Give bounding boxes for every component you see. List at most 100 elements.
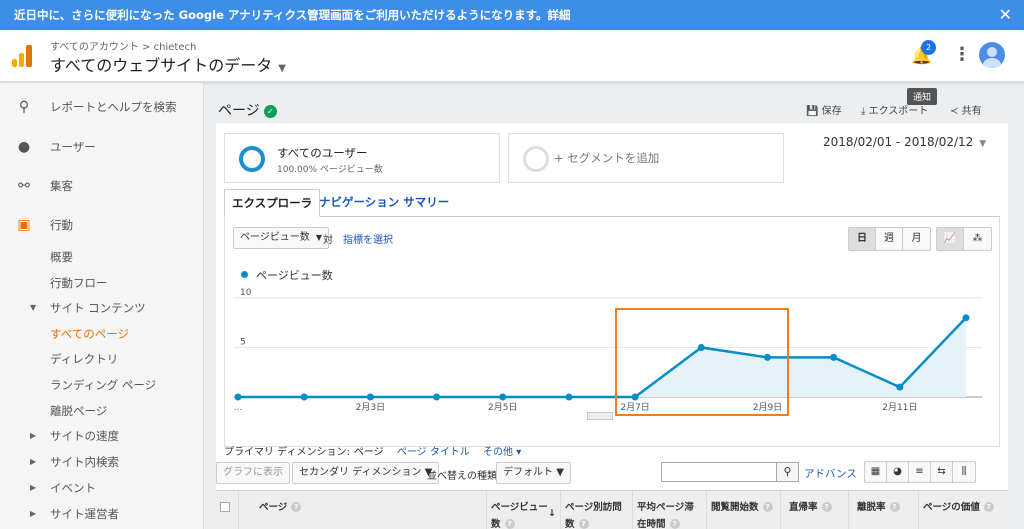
sort-type-label: 並べ替えの種類: (427, 471, 501, 482)
vs-label: 対 (323, 235, 333, 246)
caret-down-icon: ▼ (979, 139, 987, 149)
share-button[interactable]: ≺ 共有 (950, 102, 982, 117)
advanced-filter-link[interactable]: アドバンス (804, 466, 857, 481)
close-icon[interactable]: ✕ (999, 5, 1012, 24)
view-name: すべてのウェブサイトのデータ (50, 56, 273, 75)
help-icon: ? (291, 502, 302, 512)
behavior-icon: ▣ (17, 217, 31, 233)
table-view-icon[interactable]: ▦ (865, 462, 887, 482)
notifications-button[interactable]: 🔔 2 (911, 40, 936, 66)
primary-dimension-row: プライマリ ディメンション: ページ ページ タイトル その他 ▾ (224, 447, 522, 458)
sidebar-sub-events[interactable]: イベント (50, 480, 96, 496)
tab-explorer[interactable]: エクスプローラ (224, 189, 321, 217)
more-vert-icon[interactable]: ⋮ (953, 44, 971, 65)
granularity-day-button[interactable]: 日 (849, 228, 876, 250)
view-selector[interactable]: すべてのウェブサイトのデータ ▼ (50, 52, 286, 76)
granularity-month-button[interactable]: 月 (903, 228, 930, 250)
verified-check-icon: ✓ (263, 105, 277, 118)
line-chart-icon[interactable]: 📈 (937, 228, 964, 250)
data-point (499, 393, 507, 401)
granularity-week-button[interactable]: 週 (876, 228, 903, 250)
dimension-other[interactable]: その他 ▾ (483, 447, 521, 458)
collapsed-icon: ▶ (30, 431, 37, 440)
collapsed-icon: ▶ (30, 509, 37, 518)
sidebar-sub-site-search[interactable]: サイト内検索 (50, 454, 119, 470)
column-page-value[interactable]: ページの価値? (918, 491, 1008, 529)
x-tick-label: 2月5日 (488, 402, 517, 413)
table-search-input[interactable] (661, 462, 777, 482)
column-pageviews[interactable]: ページビュー数? ↓ (486, 491, 560, 529)
plot-rows-button[interactable]: グラフに表示 (216, 462, 290, 484)
sidebar-sub-site-content[interactable]: サイト コンテンツ (50, 300, 146, 316)
tab-navigation-summary[interactable]: ナビゲーション サマリー (312, 189, 456, 217)
export-button[interactable]: ⤓ エクスポート (861, 102, 928, 117)
sort-type-select[interactable]: デフォルト ▼ (496, 462, 571, 484)
highlight-box (615, 308, 789, 416)
select-all-checkbox[interactable] (216, 491, 238, 529)
save-button[interactable]: 💾 保存 (806, 102, 842, 117)
sidebar-sub-publisher[interactable]: サイト運営者 (50, 506, 119, 522)
legend-dot-icon (241, 271, 248, 278)
table-controls: グラフに表示 セカンダリ ディメンション ▼ 並べ替えの種類: デフォルト ▼ … (216, 460, 1008, 488)
help-icon: ? (669, 519, 680, 529)
analytics-logo-icon[interactable] (12, 45, 32, 67)
sidebar-sub-behavior-flow[interactable]: 行動フロー (50, 275, 108, 291)
date-range-picker[interactable]: 2018/02/01 - 2018/02/12 ▼ (823, 135, 986, 149)
data-point (962, 314, 970, 322)
person-icon: ● (17, 139, 31, 155)
segment-ring-icon (239, 146, 265, 172)
sidebar-sub-overview[interactable]: 概要 (50, 249, 73, 265)
data-point (234, 393, 242, 401)
expanded-icon: ▼ (30, 303, 37, 312)
pivot-view-icon[interactable]: ⫼ (953, 462, 975, 482)
search-icon[interactable]: ⚲ (777, 462, 799, 482)
breadcrumb[interactable]: すべてのアカウント > chietech (50, 38, 196, 53)
column-entrances[interactable]: 閲覧開始数? (706, 491, 780, 529)
avatar[interactable] (979, 42, 1005, 68)
help-icon: ? (983, 502, 994, 512)
sort-arrow-icon: ↓ (548, 508, 556, 519)
sidebar-sub-all-pages[interactable]: すべてのページ (50, 326, 129, 342)
sidebar-sub-landing-pages[interactable]: ランディング ページ (50, 377, 156, 393)
column-exit-rate[interactable]: 離脱率? (848, 491, 918, 529)
caret-down-icon: ▼ (278, 63, 286, 74)
collapsed-icon: ▶ (30, 483, 37, 492)
data-point (565, 393, 573, 401)
banner-text[interactable]: 近日中に、さらに便利になった Google アナリティクス管理画面をご利用いただ… (14, 7, 570, 23)
help-icon: ? (762, 502, 773, 512)
notification-badge: 2 (921, 40, 936, 55)
x-tick-label: 2月3日 (356, 402, 385, 413)
add-segment-button[interactable]: + セグメントを追加 (508, 133, 784, 183)
dimension-page-title[interactable]: ページ タイトル (397, 447, 470, 458)
comparison-view-icon[interactable]: ⇆ (931, 462, 953, 482)
help-icon: ? (504, 519, 515, 529)
performance-view-icon[interactable]: ≡ (909, 462, 931, 482)
select-metric-link[interactable]: 指標を選択 (343, 231, 393, 246)
sidebar-sub-directory[interactable]: ディレクトリ (50, 351, 118, 367)
table-view-buttons: ▦ ◕ ≡ ⇆ ⫼ (864, 461, 976, 483)
help-icon: ? (578, 519, 589, 529)
pageviews-chart: 510… 2月3日 2月5日 2月7日 2月9日 2月11日 (234, 288, 982, 413)
metric-select[interactable]: ページビュー数 ▼ (233, 227, 329, 249)
x-tick-label: … (234, 403, 243, 413)
sidebar-sub-exit-pages[interactable]: 離脱ページ (50, 403, 107, 419)
column-bounce-rate[interactable]: 直帰率? (780, 491, 848, 529)
table-header: ページ? ページビュー数? ↓ ページ別訪問数? 平均ページ滞在時間? 閲覧開始数… (216, 490, 1008, 529)
chart-resize-handle[interactable] (587, 412, 613, 420)
column-avg-time[interactable]: 平均ページ滞在時間? (632, 491, 706, 529)
segment-all-users[interactable]: すべてのユーザー 100.00% ページビュー数 (224, 133, 500, 183)
sidebar-sub-site-speed[interactable]: サイトの速度 (50, 428, 119, 444)
data-point (300, 393, 308, 401)
help-icon: ? (821, 502, 832, 512)
motion-chart-icon[interactable]: ⁂ (964, 228, 991, 250)
column-page[interactable]: ページ? (238, 491, 486, 529)
secondary-dimension-select[interactable]: セカンダリ ディメンション ▼ (292, 462, 440, 484)
y-tick-label: 10 (240, 288, 252, 298)
caret-down-icon: ▼ (556, 467, 564, 478)
column-unique-pageviews[interactable]: ページ別訪問数? (560, 491, 632, 529)
pie-view-icon[interactable]: ◕ (887, 462, 909, 482)
save-icon: 💾 (806, 106, 819, 117)
dimension-page[interactable]: ページ (354, 447, 384, 458)
caret-down-icon: ▼ (315, 233, 322, 242)
collapsed-icon: ▶ (30, 457, 37, 466)
